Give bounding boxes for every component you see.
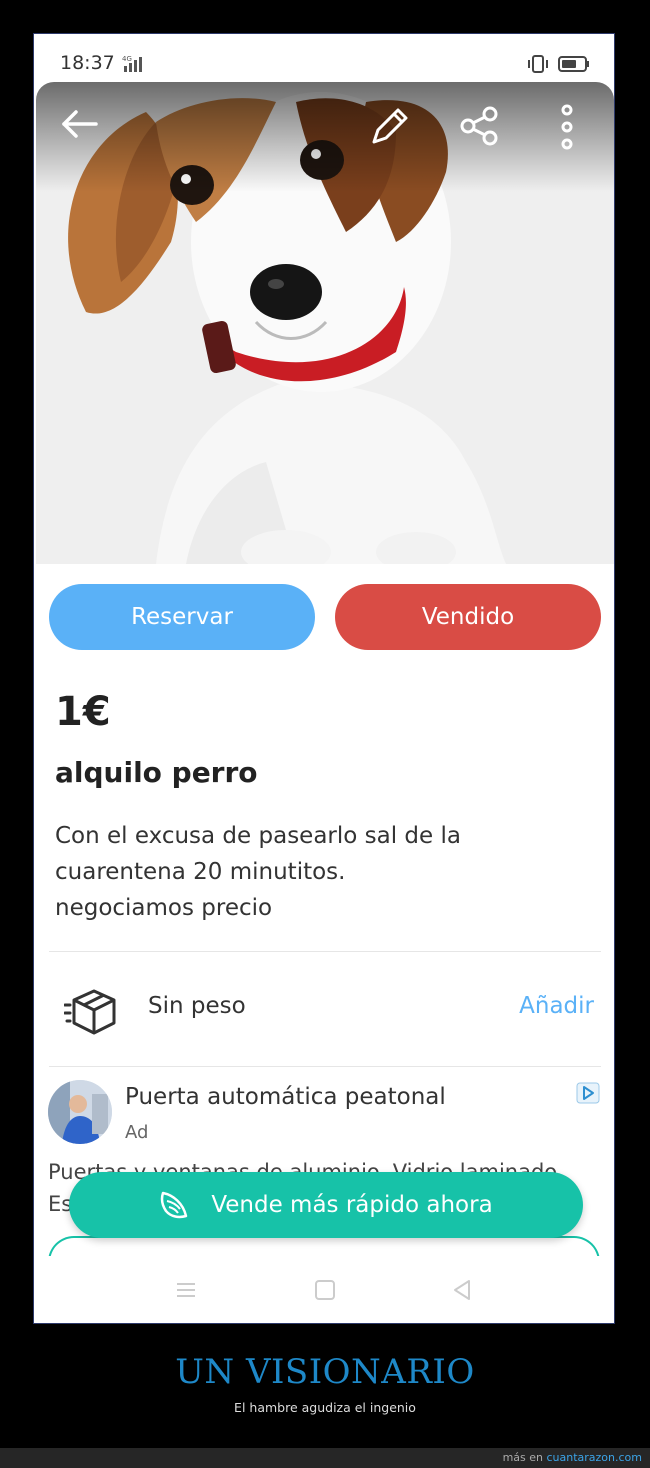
ad-label: Ad [125,1122,149,1143]
divider [49,951,601,952]
network-type: 4G [122,55,132,63]
reserve-button[interactable]: Reservar [49,584,315,650]
share-icon[interactable] [458,104,502,152]
description-line: negociamos precio [55,895,273,921]
shipping-row: Sin peso Añadir [34,969,614,1049]
system-nav-bar [34,1256,614,1323]
battery-icon [558,54,590,78]
add-weight-link[interactable]: Añadir [519,993,594,1019]
adchoices-icon[interactable] [576,1082,600,1108]
divider [49,1066,601,1067]
status-bar: 18:37 4G [34,34,614,82]
listing-description: Con el excusa de pasearlo sal de la cuar… [55,818,595,926]
signal-icon: 4G [118,54,150,78]
listing-title: alquilo perro [55,756,258,789]
vibrate-icon [526,54,550,78]
back-triangle-icon[interactable] [450,1278,474,1306]
sold-button[interactable]: Vendido [335,584,601,650]
status-time: 18:37 [60,52,115,74]
recents-menu-icon[interactable] [174,1278,198,1306]
description-line: Con el excusa de pasearlo sal de la [55,823,461,849]
back-arrow-icon[interactable] [60,104,100,148]
price: 1€ [55,689,111,735]
more-options-icon[interactable] [552,104,582,158]
package-icon [63,987,120,1041]
shipping-weight-label: Sin peso [148,993,246,1019]
home-square-icon[interactable] [313,1278,337,1306]
sell-faster-button[interactable]: Vende más rápido ahora [69,1172,583,1238]
site-link[interactable]: cuantarazon.com [546,1451,642,1464]
caption-subtitle: El hambre agudiza el ingenio [234,1400,416,1415]
caption-title: UN VISIONARIO [175,1352,475,1392]
ad-title[interactable]: Puerta automática peatonal [125,1084,446,1110]
footer-prefix: más en [502,1451,547,1464]
ad-avatar [48,1080,112,1144]
wing-icon [159,1189,189,1221]
product-photo[interactable] [36,82,614,564]
phone-screen: 18:37 4G Reservar Vendido 1€ alquilo per… [33,33,615,1324]
edit-pencil-icon[interactable] [368,104,412,152]
sell-faster-label: Vende más rápido ahora [211,1192,493,1218]
site-footer: más en cuantarazon.com [0,1448,650,1468]
description-line: cuarentena 20 minutitos. [55,859,346,885]
